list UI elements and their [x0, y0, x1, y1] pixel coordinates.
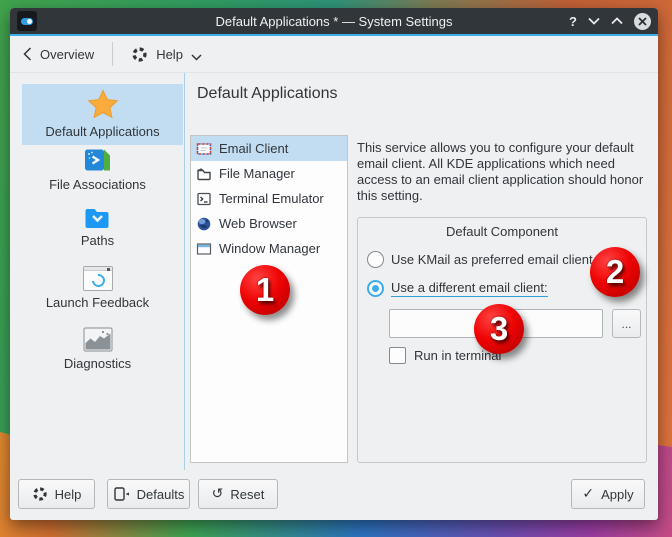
system-settings-window: Default Applications * — System Settings… — [10, 8, 658, 520]
window-title: Default Applications * — System Settings — [10, 14, 658, 29]
annotation-badge-1: 1 — [240, 265, 290, 315]
terminal-icon — [196, 191, 212, 207]
list-item-label: Email Client — [219, 141, 288, 156]
radio-kmail-label[interactable]: Use KMail as preferred email client — [391, 252, 593, 267]
list-item-web-browser[interactable]: Web Browser — [191, 211, 347, 236]
radio-row-different-client[interactable]: Use a different email client: — [367, 280, 548, 297]
page-title: Default Applications — [197, 85, 338, 103]
category-sidebar: Default Applications File Associations — [10, 73, 185, 470]
toolbar-separator — [112, 42, 113, 66]
help-button-label: Help — [55, 487, 82, 502]
list-item-label: Web Browser — [219, 216, 297, 231]
sidebar-item-diagnostics[interactable]: Diagnostics — [22, 327, 173, 371]
button-bar: Help Defaults ↺ Reset ✓ Apply — [10, 470, 658, 520]
defaults-icon — [113, 486, 130, 502]
email-icon — [196, 141, 212, 157]
reset-button-label: Reset — [230, 487, 264, 502]
system-settings-app-icon — [17, 11, 37, 31]
minimize-button[interactable] — [588, 17, 600, 25]
help-icon — [131, 46, 148, 63]
sidebar-item-default-applications[interactable]: Default Applications — [22, 84, 183, 145]
content-area: Default Applications File Associations — [10, 73, 658, 470]
toolbar-help-button[interactable]: Help — [131, 46, 202, 63]
titlebar-help-button[interactable]: ? — [569, 15, 577, 28]
close-button[interactable] — [634, 13, 651, 30]
reset-icon: ↺ — [212, 487, 224, 501]
radio-different-client-label[interactable]: Use a different email client: — [391, 280, 548, 297]
list-item-label: Terminal Emulator — [219, 191, 324, 206]
apply-button-label: Apply — [601, 487, 634, 502]
titlebar[interactable]: Default Applications * — System Settings… — [10, 8, 658, 34]
apply-button[interactable]: ✓ Apply — [571, 479, 645, 509]
help-button[interactable]: Help — [18, 479, 95, 509]
list-item-window-manager[interactable]: Window Manager — [191, 236, 347, 261]
service-description: This service allows you to configure you… — [357, 140, 655, 204]
maximize-button[interactable] — [611, 17, 623, 25]
reset-button[interactable]: ↺ Reset — [198, 479, 278, 509]
sidebar-item-launch-feedback[interactable]: Launch Feedback — [22, 266, 173, 310]
defaults-button-label: Defaults — [137, 487, 185, 502]
groupbox-title: Default Component — [358, 224, 646, 239]
file-associations-icon — [84, 147, 111, 173]
overview-back-button[interactable]: Overview — [23, 47, 94, 62]
folder-outline-icon — [196, 166, 212, 182]
help-label: Help — [156, 47, 183, 62]
sidebar-item-label: Paths — [81, 233, 114, 248]
chevron-down-icon — [191, 54, 202, 61]
check-icon: ✓ — [582, 487, 594, 501]
diagnostics-icon — [83, 327, 113, 352]
sidebar-item-label: Diagnostics — [64, 356, 131, 371]
star-icon — [87, 88, 119, 120]
sidebar-item-label: Default Applications — [45, 124, 159, 139]
annotation-badge-3: 3 — [474, 304, 524, 354]
launch-feedback-icon — [83, 266, 113, 291]
annotation-badge-2: 2 — [590, 247, 640, 297]
sidebar-item-file-associations[interactable]: File Associations — [22, 147, 173, 192]
list-item-email-client[interactable]: Email Client — [191, 136, 347, 161]
window-icon — [196, 241, 212, 257]
folder-icon — [84, 206, 111, 229]
sidebar-item-label: Launch Feedback — [46, 295, 149, 310]
toolbar: Overview Help — [10, 36, 658, 73]
chevron-left-icon — [23, 47, 32, 61]
list-item-label: File Manager — [219, 166, 295, 181]
sidebar-item-label: File Associations — [49, 177, 146, 192]
globe-icon — [196, 216, 212, 232]
defaults-button[interactable]: Defaults — [107, 479, 190, 509]
run-in-terminal-checkbox[interactable] — [389, 347, 406, 364]
help-icon — [32, 486, 48, 502]
radio-row-kmail[interactable]: Use KMail as preferred email client — [367, 251, 593, 268]
radio-kmail[interactable] — [367, 251, 384, 268]
list-item-label: Window Manager — [219, 241, 320, 256]
radio-different-client[interactable] — [367, 280, 384, 297]
list-item-file-manager[interactable]: File Manager — [191, 161, 347, 186]
browse-button[interactable]: ... — [612, 309, 641, 338]
overview-label: Overview — [40, 47, 94, 62]
sidebar-item-paths[interactable]: Paths — [22, 206, 173, 248]
list-item-terminal-emulator[interactable]: Terminal Emulator — [191, 186, 347, 211]
